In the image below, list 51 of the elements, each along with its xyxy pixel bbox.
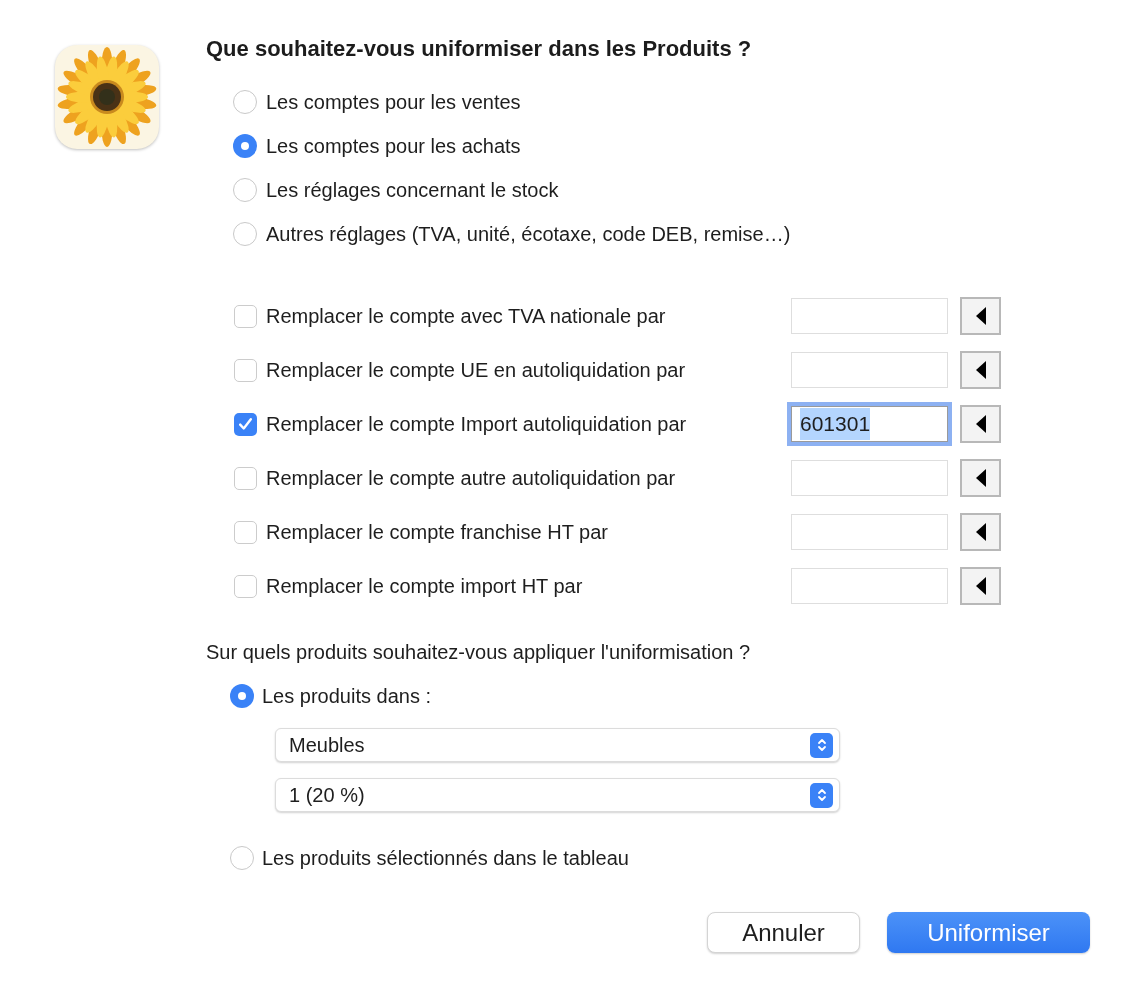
checkbox[interactable] (234, 574, 257, 598)
insert-button[interactable] (960, 513, 1001, 551)
radio-button[interactable] (233, 222, 257, 246)
insert-button[interactable] (960, 459, 1001, 497)
radio-label: Les réglages concernant le stock (266, 178, 559, 203)
cancel-button[interactable]: Annuler (707, 912, 860, 953)
radio-button[interactable] (230, 846, 254, 870)
account-input[interactable] (791, 460, 948, 496)
radio-button[interactable] (233, 178, 257, 202)
left-triangle-icon (975, 469, 986, 487)
radio-label: Les produits sélectionnés dans le tableau (262, 846, 629, 871)
account-input[interactable] (791, 568, 948, 604)
checkbox[interactable] (234, 520, 257, 544)
checkbox-label: Remplacer le compte franchise HT par (266, 521, 608, 543)
radio-label: Les comptes pour les ventes (266, 90, 521, 115)
radio-label: Les comptes pour les achats (266, 134, 521, 159)
dropdown-select[interactable]: 1 (20 %) (275, 778, 840, 812)
checkbox-label: Remplacer le compte avec TVA nationale par (266, 305, 666, 327)
stepper-icon (810, 732, 833, 758)
dialog-title: Que souhaitez-vous uniformiser dans les Produits ? (206, 35, 752, 63)
radio-button[interactable] (230, 684, 254, 708)
radio-label: Autres réglages (TVA, unité, écotaxe, code DEB, remise…) (266, 222, 791, 247)
left-triangle-icon (975, 361, 986, 379)
checkbox-label: Remplacer le compte autre autoliquidation par (266, 467, 676, 489)
left-triangle-icon (975, 307, 986, 325)
checkbox[interactable] (234, 412, 257, 436)
radio-button[interactable] (233, 134, 257, 158)
scope-question: Sur quels produits souhaitez-vous appliquer l'uniformisation ? (206, 640, 751, 665)
checkmark-icon (239, 418, 252, 430)
left-triangle-icon (975, 415, 986, 433)
radio-button[interactable] (233, 90, 257, 114)
checkbox-label: Remplacer le compte import HT par (266, 575, 583, 597)
stepper-icon (810, 782, 833, 808)
account-input[interactable] (791, 298, 948, 334)
left-triangle-icon (975, 523, 986, 541)
insert-button[interactable] (960, 405, 1001, 443)
left-triangle-icon (975, 577, 986, 595)
insert-button[interactable] (960, 297, 1001, 335)
checkbox-label: Remplacer le compte Import autoliquidation par (266, 413, 687, 435)
checkbox[interactable] (234, 304, 257, 328)
uniformize-button[interactable]: Uniformiser (887, 912, 1090, 953)
account-input[interactable] (791, 352, 948, 388)
checkbox[interactable] (234, 466, 257, 490)
checkbox-label: Remplacer le compte UE en autoliquidation par (266, 359, 686, 381)
dropdown-select[interactable]: Meubles (275, 728, 840, 762)
insert-button[interactable] (960, 351, 1001, 389)
checkbox[interactable] (234, 358, 257, 382)
account-input[interactable] (791, 514, 948, 550)
insert-button[interactable] (960, 567, 1001, 605)
radio-label: Les produits dans : (262, 684, 431, 709)
sunflower-icon (55, 45, 159, 149)
